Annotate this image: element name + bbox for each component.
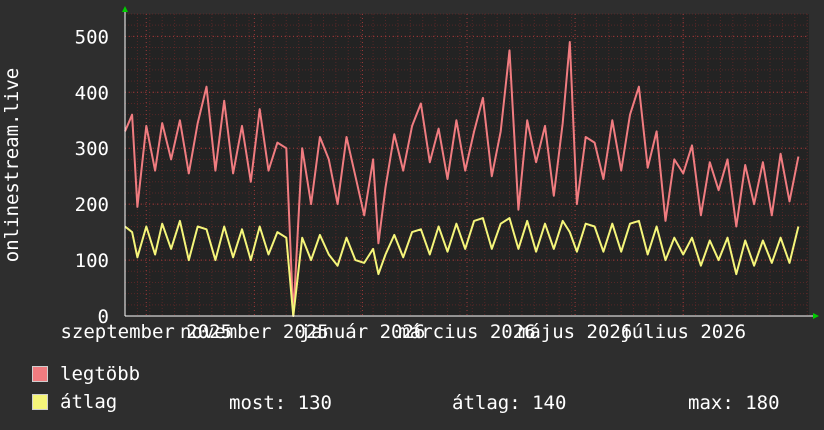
y-tick-label: 100 xyxy=(75,250,109,272)
y-tick-label: 400 xyxy=(75,82,109,104)
y-tick-label: 300 xyxy=(75,138,109,160)
legend-item-max: legtöbb xyxy=(32,363,140,385)
legend-item-avg: átlag xyxy=(32,391,117,413)
stat-average: átlag: 140 xyxy=(452,392,567,414)
x-tick-label: július 2026 xyxy=(620,321,746,343)
y-axis-label: onlinestream.live xyxy=(1,68,23,262)
x-tick-labels: szeptember 2025november 2025január 2026m… xyxy=(60,321,746,343)
y-tick-labels: 0100200300400500 xyxy=(75,26,109,328)
y-tick-label: 500 xyxy=(75,26,109,48)
stat-maximum: max: 180 xyxy=(688,392,780,414)
x-axis-arrow xyxy=(813,313,819,319)
x-tick-label: május 2026 xyxy=(518,321,632,343)
legend-swatch-max xyxy=(32,366,48,382)
legend-swatch-avg xyxy=(32,394,48,410)
legend-label-max: legtöbb xyxy=(60,363,141,385)
x-tick-label: március 2026 xyxy=(398,321,535,343)
y-axis-arrow xyxy=(122,6,128,12)
stat-current: most: 130 xyxy=(229,392,332,414)
legend-label-avg: átlag xyxy=(60,391,118,413)
y-tick-label: 200 xyxy=(75,194,109,216)
